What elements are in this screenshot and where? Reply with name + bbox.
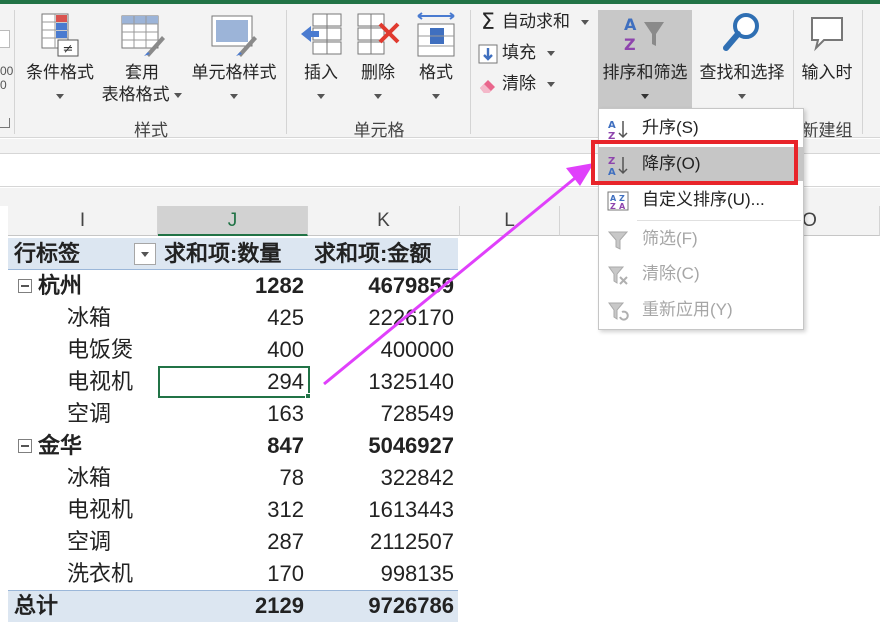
menu-separator [637, 220, 801, 221]
svg-text:A: A [608, 120, 616, 131]
clear-filter-icon [608, 266, 628, 285]
menu-item-filter[interactable]: 筛选(F) [599, 222, 803, 256]
menu-item-clear-filter[interactable]: 清除(C) [599, 257, 803, 291]
svg-text:A: A [619, 202, 626, 211]
svg-text:Z: Z [610, 202, 616, 211]
custom-sort-label: 自定义排序(U)... [642, 190, 765, 209]
custom-sort-icon: A Z Z A [607, 191, 629, 211]
reapply-icon [608, 302, 629, 321]
sort-ascending-icon: A Z [608, 120, 628, 140]
menu-item-reapply[interactable]: 重新应用(Y) [599, 293, 803, 327]
svg-text:Z: Z [608, 131, 615, 140]
reapply-label: 重新应用(Y) [642, 300, 733, 319]
filter-label: 筛选(F) [642, 229, 698, 248]
menu-item-custom-sort[interactable]: A Z Z A 自定义排序(U)... [599, 183, 803, 217]
descending-highlight-box [591, 140, 798, 185]
clear-filter-label: 清除(C) [642, 264, 700, 283]
filter-icon [607, 231, 629, 250]
